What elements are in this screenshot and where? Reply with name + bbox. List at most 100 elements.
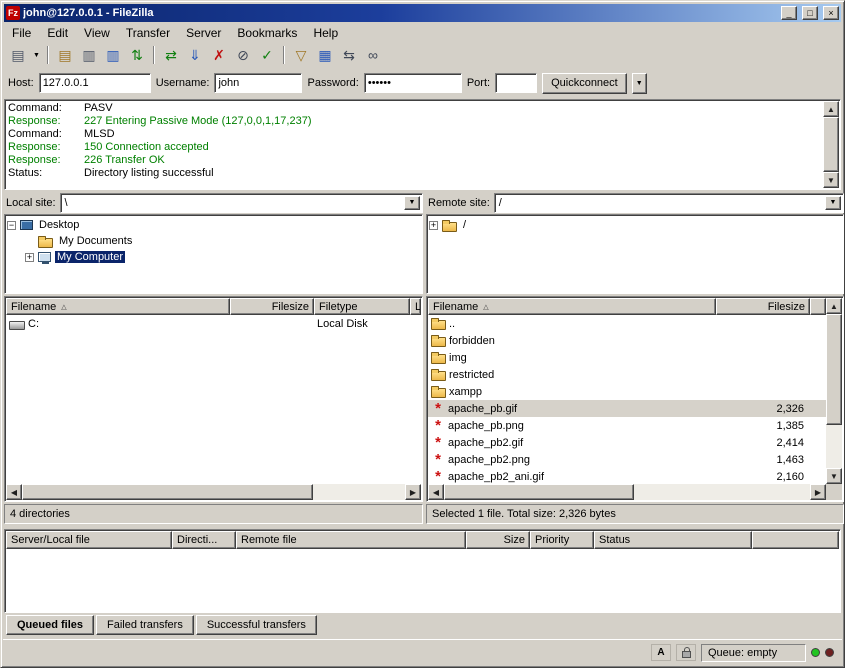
scroll-up-button[interactable]: ▲ xyxy=(823,101,839,117)
column-header-filename[interactable]: Filename△ xyxy=(428,298,716,315)
column-header-status[interactable]: Status xyxy=(594,531,752,549)
file-name: apache_pb2_ani.gif xyxy=(448,471,544,483)
menu-transfer[interactable]: Transfer xyxy=(118,24,178,42)
column-header-filesize[interactable]: Filesize xyxy=(230,298,314,315)
column-header-lastmodified[interactable]: L xyxy=(410,298,421,315)
site-manager-button[interactable]: ▤ xyxy=(6,44,30,66)
scrollbar-thumb[interactable] xyxy=(22,484,313,500)
scrollbar-track[interactable] xyxy=(22,484,405,500)
remote-file-row[interactable]: xampp xyxy=(428,383,826,400)
expand-toggle-icon[interactable]: + xyxy=(25,253,34,262)
scrollbar-thumb[interactable] xyxy=(826,314,842,425)
local-site-combobox[interactable]: \ ▼ xyxy=(60,193,423,213)
file-name: .. xyxy=(449,318,455,330)
toggle-message-log-button[interactable]: ▤ xyxy=(53,44,77,66)
menu-view[interactable]: View xyxy=(76,24,118,42)
process-queue-button[interactable]: ⇓ xyxy=(183,44,207,66)
scroll-right-button[interactable]: ▶ xyxy=(810,484,826,500)
activity-led-receive xyxy=(811,648,820,657)
tree-label: My Documents xyxy=(57,235,134,247)
local-horizontal-scrollbar[interactable]: ◀ ▶ xyxy=(6,484,421,500)
menu-file[interactable]: File xyxy=(4,24,39,42)
scrollbar-corner xyxy=(826,484,842,500)
scroll-left-button[interactable]: ◀ xyxy=(6,484,22,500)
scroll-down-button[interactable]: ▼ xyxy=(826,468,842,484)
site-manager-dropdown-button[interactable]: ▼ xyxy=(30,44,43,66)
password-input[interactable] xyxy=(364,73,462,93)
remote-file-row[interactable]: *apache_pb.png 1,385 xyxy=(428,417,826,434)
find-files-button[interactable]: ∞ xyxy=(361,44,385,66)
column-header-priority[interactable]: Priority xyxy=(530,531,594,549)
tree-item-my-documents[interactable]: My Documents xyxy=(7,233,420,249)
menu-help[interactable]: Help xyxy=(305,24,346,42)
title-bar[interactable]: Fz john@127.0.0.1 - FileZilla _ □ × xyxy=(4,4,841,22)
close-button[interactable]: × xyxy=(823,6,839,20)
tab-successful-transfers[interactable]: Successful transfers xyxy=(196,615,317,635)
image-file-icon: * xyxy=(431,401,445,416)
quickconnect-button[interactable]: Quickconnect xyxy=(542,73,627,94)
remote-file-row-selected[interactable]: *apache_pb.gif 2,326 xyxy=(428,400,826,417)
host-input[interactable] xyxy=(39,73,151,93)
minimize-button[interactable]: _ xyxy=(781,6,797,20)
column-header-filename[interactable]: Filename△ xyxy=(6,298,230,315)
file-name-cell: img xyxy=(428,351,716,364)
local-site-dropdown-button[interactable]: ▼ xyxy=(404,196,420,210)
scrollbar-track[interactable] xyxy=(823,117,839,172)
remote-file-row[interactable]: *apache_pb2.gif 2,414 xyxy=(428,434,826,451)
refresh-button[interactable]: ⇄ xyxy=(159,44,183,66)
scrollbar-track[interactable] xyxy=(444,484,810,500)
local-file-row[interactable]: C: Local Disk xyxy=(6,315,421,332)
scroll-down-button[interactable]: ▼ xyxy=(823,172,839,188)
remote-file-row[interactable]: *apache_pb2_ani.gif 2,160 xyxy=(428,468,826,484)
remote-horizontal-scrollbar[interactable]: ◀ ▶ xyxy=(428,484,826,500)
menu-bookmarks[interactable]: Bookmarks xyxy=(229,24,305,42)
scrollbar-thumb[interactable] xyxy=(444,484,634,500)
scroll-right-button[interactable]: ▶ xyxy=(405,484,421,500)
tree-item-desktop[interactable]: − Desktop xyxy=(7,217,420,233)
column-header-size[interactable]: Size xyxy=(466,531,530,549)
cancel-operation-button[interactable]: ✗ xyxy=(207,44,231,66)
filter-button[interactable]: ▽ xyxy=(289,44,313,66)
disconnect-button[interactable]: ⊘ xyxy=(231,44,255,66)
toggle-remote-tree-button[interactable]: ▥ xyxy=(101,44,125,66)
toggle-local-tree-button[interactable]: ▥ xyxy=(77,44,101,66)
toggle-queue-button[interactable]: ⇅ xyxy=(125,44,149,66)
column-header-filesize[interactable]: Filesize xyxy=(716,298,810,315)
remote-site-dropdown-button[interactable]: ▼ xyxy=(825,196,841,210)
reconnect-button[interactable]: ✓ xyxy=(255,44,279,66)
maximize-button[interactable]: □ xyxy=(802,6,818,20)
sync-browsing-button[interactable]: ⇆ xyxy=(337,44,361,66)
remote-file-row[interactable]: forbidden xyxy=(428,332,826,349)
remote-file-row[interactable]: .. xyxy=(428,315,826,332)
filezilla-window: Fz john@127.0.0.1 - FileZilla _ □ × File… xyxy=(0,0,845,668)
tab-queued-files[interactable]: Queued files xyxy=(6,615,94,635)
menu-edit[interactable]: Edit xyxy=(39,24,76,42)
tree-item-my-computer[interactable]: + My Computer xyxy=(7,249,420,265)
remote-file-row[interactable]: restricted xyxy=(428,366,826,383)
column-header-filetype[interactable]: Filetype xyxy=(314,298,410,315)
directory-comparison-button[interactable]: ▦ xyxy=(313,44,337,66)
remote-file-row[interactable]: *apache_pb2.png 1,463 xyxy=(428,451,826,468)
menu-server[interactable]: Server xyxy=(178,24,229,42)
file-name-cell: forbidden xyxy=(428,334,716,347)
log-vertical-scrollbar[interactable]: ▲ ▼ xyxy=(823,101,839,188)
binoculars-icon: ∞ xyxy=(368,47,378,63)
tab-failed-transfers[interactable]: Failed transfers xyxy=(96,615,194,635)
column-header-server-local-file[interactable]: Server/Local file xyxy=(6,531,172,549)
quickconnect-dropdown-button[interactable]: ▼ xyxy=(632,73,647,94)
tree-item-root[interactable]: + / xyxy=(429,217,841,233)
remote-vertical-scrollbar[interactable]: ▲ ▼ xyxy=(826,298,842,484)
column-header-remote-file[interactable]: Remote file xyxy=(236,531,466,549)
remote-site-combobox[interactable]: / ▼ xyxy=(494,193,844,213)
expand-toggle-icon[interactable]: + xyxy=(429,221,438,230)
scroll-up-button[interactable]: ▲ xyxy=(826,298,842,314)
scroll-left-button[interactable]: ◀ xyxy=(428,484,444,500)
column-header-direction[interactable]: Directi... xyxy=(172,531,236,549)
collapse-toggle-icon[interactable]: − xyxy=(7,221,16,230)
scrollbar-track[interactable] xyxy=(826,314,842,468)
scrollbar-thumb[interactable] xyxy=(823,117,839,172)
username-input[interactable] xyxy=(214,73,302,93)
port-input[interactable] xyxy=(495,73,537,93)
remote-file-row[interactable]: img xyxy=(428,349,826,366)
column-label: Filename xyxy=(11,301,56,313)
